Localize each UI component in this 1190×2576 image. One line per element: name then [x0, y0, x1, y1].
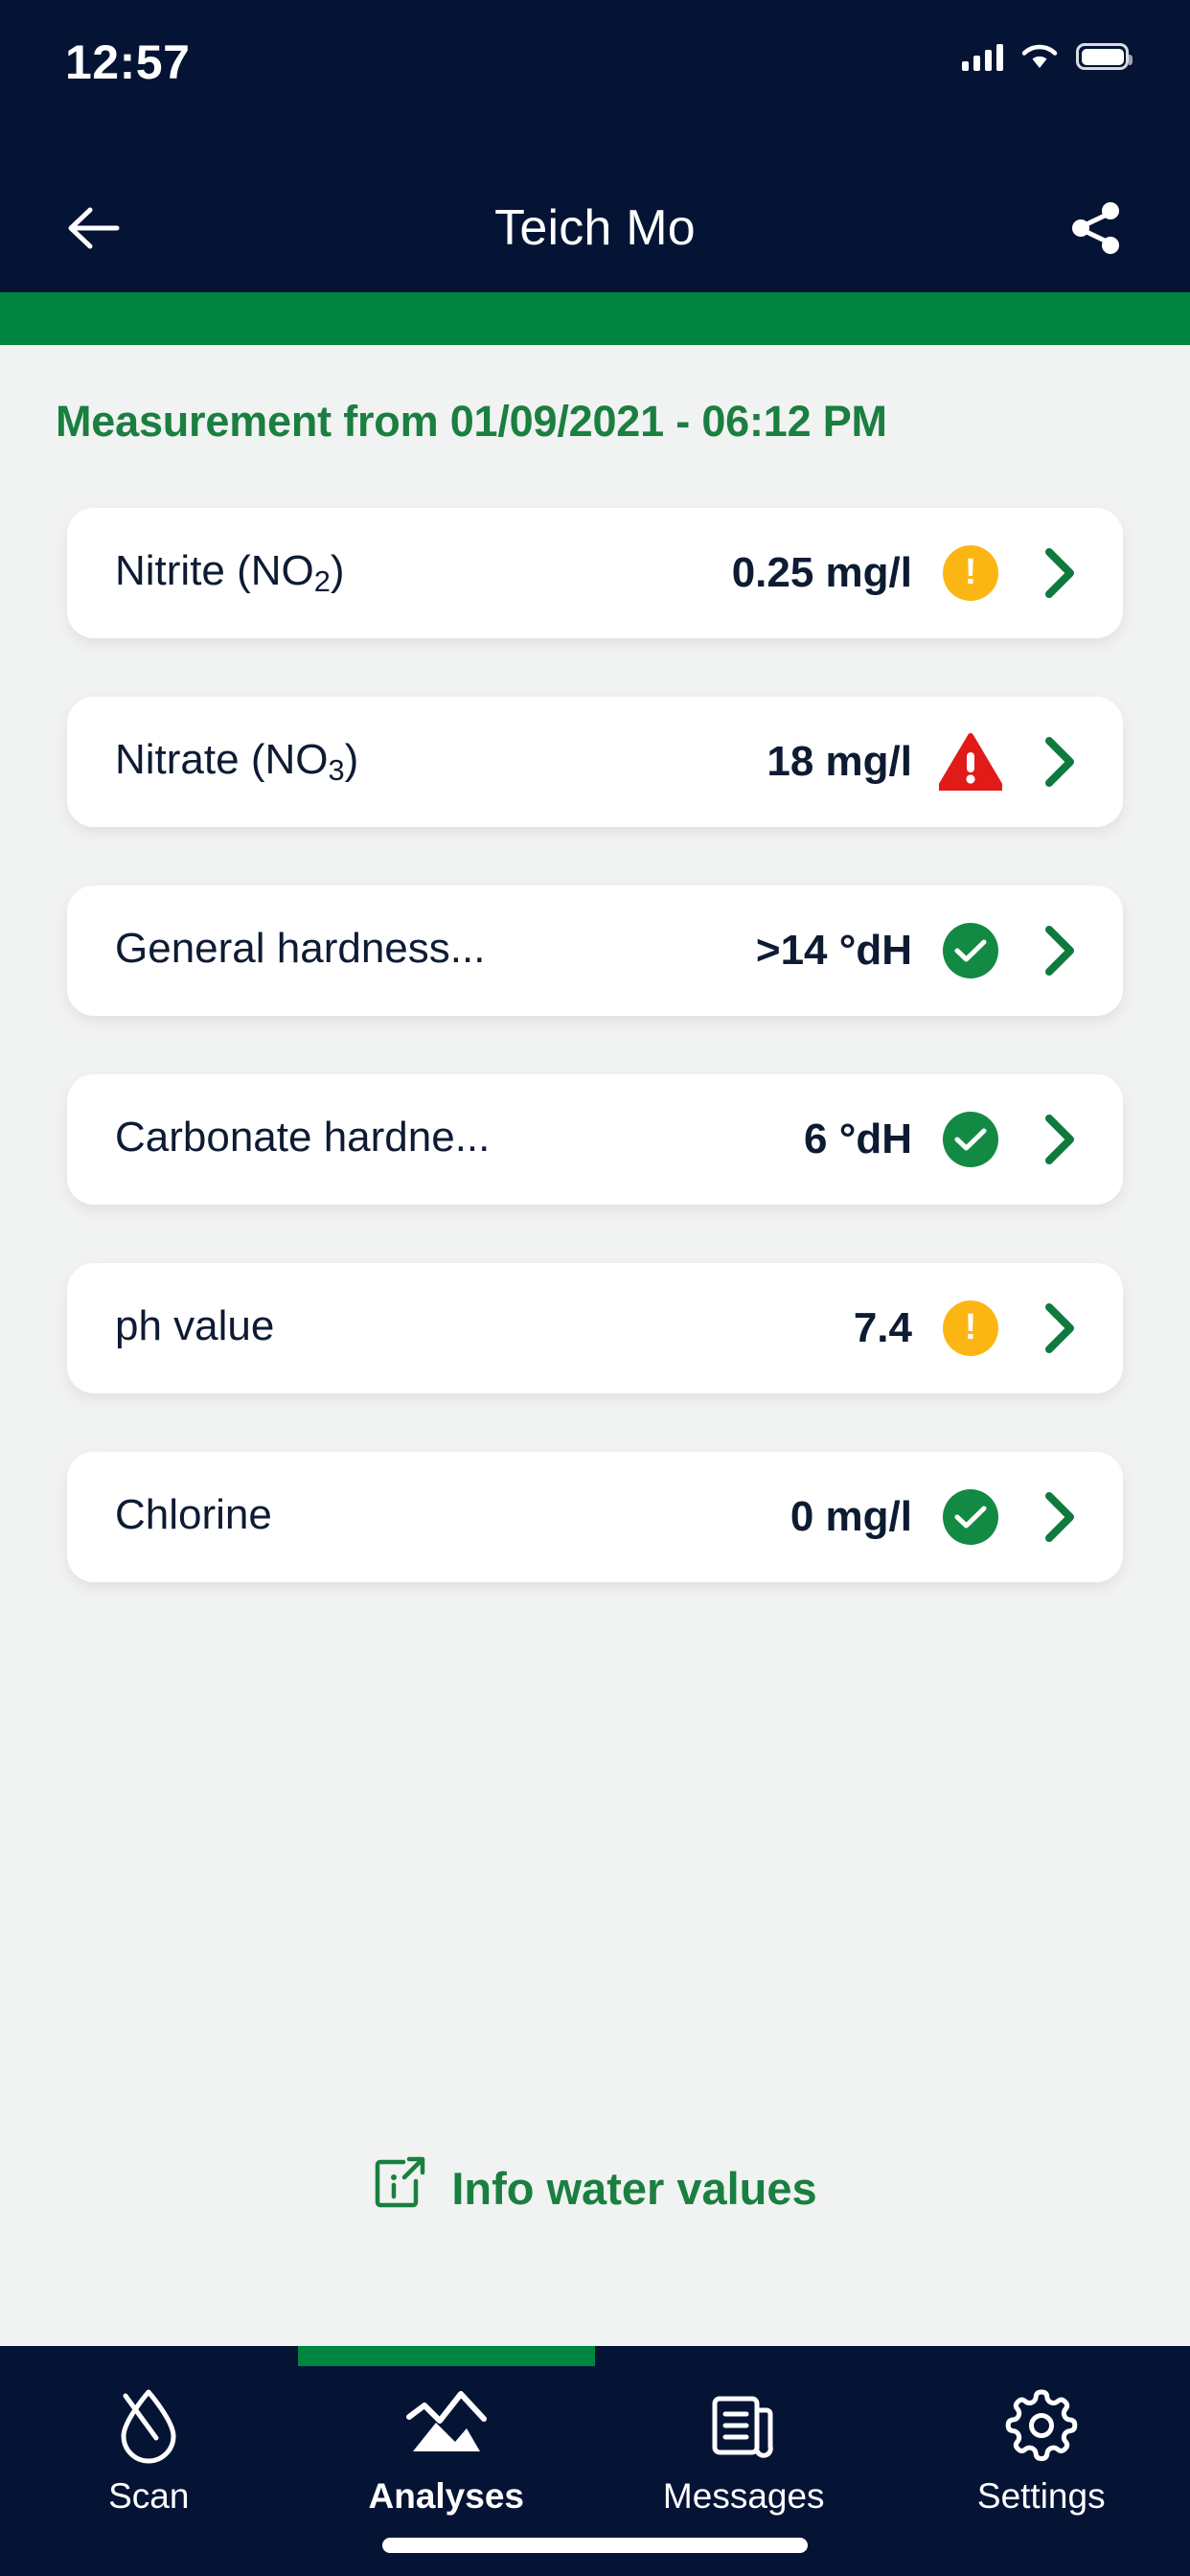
row-value: 6 °dH: [804, 1116, 912, 1162]
measurement-header: Measurement from 01/09/2021 - 06:12 PM: [0, 345, 1190, 498]
status-badge: !: [941, 543, 1000, 603]
bottom-tab-bar: Scan Analyses Messages Settings: [0, 2346, 1190, 2576]
row-value: >14 °dH: [755, 927, 912, 974]
back-button[interactable]: [52, 187, 134, 269]
chevron-right-icon[interactable]: [1035, 1490, 1085, 1544]
accent-bar: [0, 292, 1190, 345]
info-water-values-link[interactable]: Info water values: [373, 2156, 817, 2220]
wifi-icon: [1020, 42, 1059, 71]
measurement-list: Nitrite (NO2) 0.25 mg/l ! Nitrate (NO3) …: [0, 498, 1190, 2030]
measurement-timestamp: Measurement from 01/09/2021 - 06:12 PM: [56, 397, 887, 446]
check-circle-icon: [943, 1489, 998, 1545]
chevron-right-icon[interactable]: [1035, 924, 1085, 978]
home-indicator: [382, 2538, 808, 2553]
row-label: Nitrite (NO2): [115, 547, 345, 598]
info-external-link-icon: [373, 2156, 426, 2220]
tab-label: Settings: [976, 2476, 1106, 2516]
alert-triangle-icon: [939, 733, 1002, 791]
status-bar-icons: [962, 33, 1134, 71]
page-title: Teich Mo: [494, 199, 696, 256]
arrow-left-icon: [68, 207, 120, 248]
table-row[interactable]: Nitrite (NO2) 0.25 mg/l !: [67, 508, 1123, 638]
row-value: 18 mg/l: [767, 738, 912, 785]
status-badge: [939, 732, 1002, 792]
row-label: ph value: [115, 1302, 275, 1350]
navigation-bar: Teich Mo: [0, 163, 1190, 292]
share-icon: [1072, 201, 1119, 254]
check-circle-icon: [943, 923, 998, 978]
app-screen: 12:57 Teich Mo Measurement from 01/09/20…: [0, 0, 1190, 2576]
tab-label: Scan: [108, 2476, 190, 2516]
warning-circle-icon: !: [943, 545, 998, 601]
table-row[interactable]: General hardness... >14 °dH: [67, 886, 1123, 1016]
status-badge: [941, 1110, 1000, 1169]
row-value: 0.25 mg/l: [731, 549, 912, 596]
chevron-right-icon[interactable]: [1035, 1301, 1085, 1355]
status-bar-time: 12:57: [65, 35, 191, 89]
chevron-right-icon[interactable]: [1035, 1113, 1085, 1166]
chevron-right-icon[interactable]: [1035, 546, 1085, 600]
chart-mountain-icon: [403, 2384, 490, 2467]
row-label: General hardness...: [115, 925, 486, 973]
table-row[interactable]: Carbonate hardne... 6 °dH: [67, 1074, 1123, 1205]
info-section: Info water values: [0, 2030, 1190, 2346]
check-circle-icon: [943, 1112, 998, 1167]
status-badge: [941, 921, 1000, 980]
row-value: 0 mg/l: [790, 1493, 912, 1540]
table-row[interactable]: Nitrate (NO3) 18 mg/l: [67, 697, 1123, 827]
status-badge: !: [941, 1299, 1000, 1358]
status-bar: 12:57: [0, 0, 1190, 163]
row-label: Carbonate hardne...: [115, 1114, 491, 1162]
share-button[interactable]: [1056, 187, 1138, 269]
table-row[interactable]: Chlorine 0 mg/l: [67, 1452, 1123, 1582]
status-badge: [941, 1487, 1000, 1547]
row-value: 7.4: [853, 1304, 912, 1351]
info-water-values-label: Info water values: [451, 2162, 817, 2214]
tab-label: Messages: [662, 2476, 825, 2516]
water-drop-scan-icon: [112, 2384, 185, 2467]
warning-circle-icon: !: [943, 1300, 998, 1356]
gear-icon: [1001, 2384, 1082, 2467]
row-label: Nitrate (NO3): [115, 736, 359, 787]
news-document-icon: [705, 2384, 782, 2467]
battery-icon: [1076, 43, 1133, 70]
row-label: Chlorine: [115, 1491, 272, 1539]
tab-label: Analyses: [368, 2476, 525, 2516]
table-row[interactable]: ph value 7.4 !: [67, 1263, 1123, 1393]
tab-scan[interactable]: Scan: [0, 2346, 298, 2576]
chevron-right-icon[interactable]: [1035, 735, 1085, 789]
tab-settings[interactable]: Settings: [893, 2346, 1190, 2576]
cellular-signal-icon: [962, 42, 1003, 71]
